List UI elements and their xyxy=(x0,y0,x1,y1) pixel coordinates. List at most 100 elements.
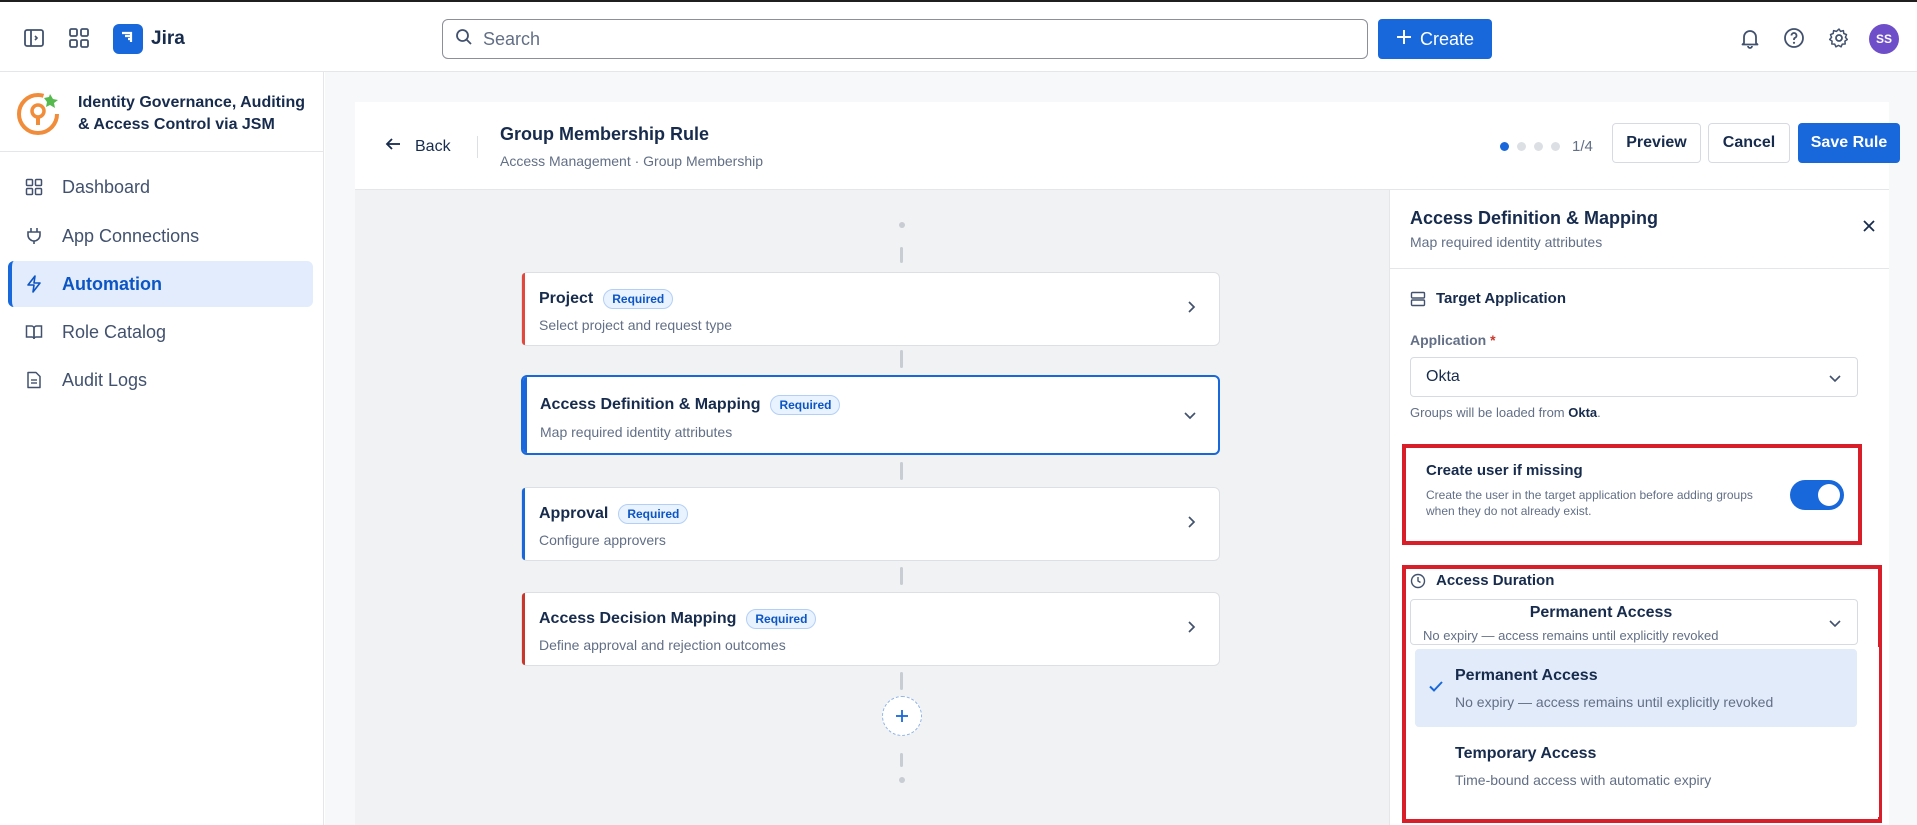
panel-subtitle: Map required identity attributes xyxy=(1410,234,1603,250)
hint-text: Groups will be loaded from xyxy=(1410,405,1569,420)
main-content: Back Group Membership Rule Access Manage… xyxy=(325,72,1917,825)
chevron-down-icon xyxy=(1184,412,1196,420)
step-card-access-decision[interactable]: Access Decision Mapping Required Define … xyxy=(521,592,1220,666)
option-temporary-access[interactable]: Temporary Access Time-bound access with … xyxy=(1415,727,1857,805)
step-card-title: Access Definition & Mapping Required xyxy=(540,395,841,415)
step-card-access-definition[interactable]: Access Definition & Mapping Required Map… xyxy=(521,375,1220,455)
required-badge: Required xyxy=(746,609,817,629)
sidebar-item-audit-logs[interactable]: Audit Logs xyxy=(8,357,313,403)
step-dot-active xyxy=(1500,142,1509,151)
sidebar-item-label: Automation xyxy=(62,273,162,294)
sidebar-item-label: Role Catalog xyxy=(62,321,167,342)
jira-logo-icon[interactable] xyxy=(113,24,143,54)
selected-description: No expiry — access remains until explici… xyxy=(1423,628,1719,643)
save-rule-button[interactable]: Save Rule xyxy=(1798,123,1900,163)
page-breadcrumb: Access Management · Group Membership xyxy=(500,153,763,169)
step-dot xyxy=(1534,142,1543,151)
page-title: Group Membership Rule xyxy=(500,124,710,144)
help-icon[interactable] xyxy=(1782,26,1806,50)
search-input[interactable] xyxy=(483,28,1343,50)
step-card-title: Approval Required xyxy=(539,504,689,524)
sidebar-item-dashboard[interactable]: Dashboard xyxy=(8,164,313,210)
plus-icon xyxy=(1396,29,1412,50)
clock-icon xyxy=(1410,573,1426,588)
flow-connector xyxy=(900,462,903,480)
toggle-knob xyxy=(1818,484,1840,506)
rule-header: Back Group Membership Rule Access Manage… xyxy=(355,102,1900,190)
step-dot xyxy=(1517,142,1526,151)
notifications-bell-icon[interactable] xyxy=(1738,26,1762,50)
step-subtitle: Configure approvers xyxy=(539,532,666,548)
server-icon xyxy=(1410,291,1426,306)
option-description: Time-bound access with automatic expiry xyxy=(1455,772,1712,788)
grid-icon xyxy=(24,177,44,197)
target-application-section: Target Application xyxy=(1410,290,1566,307)
sidebar-item-automation[interactable]: Automation xyxy=(8,261,313,307)
plus-icon xyxy=(896,710,908,722)
preview-button[interactable]: Preview xyxy=(1612,123,1701,163)
step-card-project[interactable]: Project Required Select project and requ… xyxy=(521,272,1220,346)
step-accent-bar xyxy=(522,273,525,345)
create-user-toggle-description: Create the user in the target applicatio… xyxy=(1426,488,1753,518)
checkmark-icon xyxy=(1429,681,1443,692)
search-icon xyxy=(455,28,473,51)
selected-value: Permanent Access xyxy=(1529,604,1673,621)
step-accent-bar xyxy=(523,377,527,453)
sidebar-item-role-catalog[interactable]: Role Catalog xyxy=(8,309,313,355)
selected-value: Okta xyxy=(1426,368,1460,385)
option-title: Temporary Access xyxy=(1455,745,1597,762)
sidebar-item-label: Audit Logs xyxy=(62,369,148,390)
sidebar-toggle-icon[interactable] xyxy=(22,26,46,50)
application-field-label: Application * xyxy=(1410,332,1496,348)
back-label: Back xyxy=(415,137,451,155)
top-navigation-bar: Jira Create SS xyxy=(0,0,1917,72)
arrow-left-icon xyxy=(385,136,401,157)
step-title: Approval xyxy=(539,505,609,522)
access-duration-select[interactable]: Permanent Access No expiry — access rema… xyxy=(1410,599,1858,645)
sidebar: Identity Governance, Auditing & Access C… xyxy=(0,72,324,825)
label-text: Application xyxy=(1410,332,1487,348)
access-duration-menu: Permanent Access No expiry — access rema… xyxy=(1409,647,1879,817)
chevron-down-icon xyxy=(1829,620,1841,628)
step-card-title: Access Decision Mapping Required xyxy=(539,609,817,629)
search-bar[interactable] xyxy=(442,19,1368,59)
step-subtitle: Map required identity attributes xyxy=(540,424,733,440)
flow-connector xyxy=(900,567,903,585)
section-title: Access Duration xyxy=(1436,572,1555,589)
chevron-right-icon xyxy=(1188,301,1196,313)
application-select[interactable]: Okta xyxy=(1410,357,1858,397)
option-permanent-access[interactable]: Permanent Access No expiry — access rema… xyxy=(1415,649,1857,727)
user-avatar[interactable]: SS xyxy=(1869,24,1899,54)
step-title: Access Definition & Mapping xyxy=(540,396,761,413)
lightning-icon xyxy=(24,274,44,294)
rule-flow-canvas: Project Required Select project and requ… xyxy=(355,190,1389,825)
step-progress-dots xyxy=(1500,142,1560,151)
flow-connector xyxy=(900,753,903,767)
add-step-button[interactable] xyxy=(882,696,922,736)
back-button[interactable]: Back xyxy=(385,136,451,157)
close-icon[interactable] xyxy=(1861,218,1877,234)
create-button[interactable]: Create xyxy=(1378,19,1492,59)
product-name[interactable]: Jira xyxy=(151,28,185,50)
step-config-panel: Access Definition & Mapping Map required… xyxy=(1389,190,1889,825)
option-description: No expiry — access remains until explici… xyxy=(1455,694,1774,710)
sidebar-item-app-connections[interactable]: App Connections xyxy=(8,213,313,259)
flow-connector xyxy=(900,350,903,368)
step-counter: 1/4 xyxy=(1572,138,1593,155)
required-asterisk: * xyxy=(1490,332,1496,348)
step-dot xyxy=(1551,142,1560,151)
panel-title: Access Definition & Mapping xyxy=(1410,208,1659,228)
cancel-button[interactable]: Cancel xyxy=(1708,123,1790,163)
access-duration-section: Access Duration xyxy=(1410,572,1554,589)
step-subtitle: Define approval and rejection outcomes xyxy=(539,637,786,653)
create-user-toggle[interactable] xyxy=(1790,480,1844,510)
app-switcher-icon[interactable] xyxy=(67,26,91,50)
plug-icon xyxy=(24,226,44,246)
step-card-approval[interactable]: Approval Required Configure approvers xyxy=(521,487,1220,561)
sidebar-item-label: App Connections xyxy=(62,225,200,246)
settings-gear-icon[interactable] xyxy=(1827,26,1851,50)
required-badge: Required xyxy=(770,395,841,415)
step-card-title: Project Required xyxy=(539,289,674,309)
chevron-right-icon xyxy=(1188,621,1196,633)
hint-suffix: . xyxy=(1597,405,1601,420)
